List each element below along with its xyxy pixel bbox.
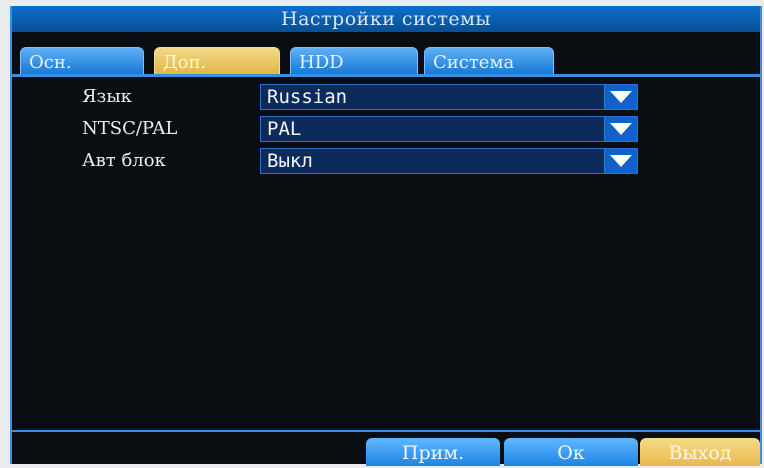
chevron-down-icon[interactable] (604, 85, 637, 109)
tab-system[interactable]: Система (424, 47, 554, 75)
apply-button[interactable]: Прим. (366, 438, 500, 466)
language-label: Язык (82, 86, 132, 107)
tab-bar: Осн. Доп. HDD Система (12, 34, 760, 75)
tab-hdd[interactable]: HDD (290, 47, 418, 75)
setting-row-auto-lock: Авт блок Выкл (12, 148, 760, 174)
setting-row-video-standard: NTSC/PAL PAL (12, 116, 760, 142)
tab-basic[interactable]: Осн. (20, 47, 144, 75)
auto-lock-select[interactable]: Выкл (260, 148, 638, 174)
language-value: Russian (267, 86, 348, 108)
video-standard-value: PAL (267, 118, 302, 140)
video-standard-select[interactable]: PAL (260, 116, 638, 142)
language-select[interactable]: Russian (260, 84, 638, 110)
ok-button[interactable]: Ок (504, 438, 638, 466)
video-standard-label: NTSC/PAL (82, 118, 178, 139)
window-title: Настройки системы (12, 6, 760, 32)
tab-divider (12, 74, 760, 77)
chevron-down-icon[interactable] (604, 149, 637, 173)
auto-lock-label: Авт блок (82, 150, 166, 171)
setting-row-language: Язык Russian (12, 84, 760, 110)
auto-lock-value: Выкл (267, 150, 313, 172)
chevron-down-icon[interactable] (604, 117, 637, 141)
settings-screen: Настройки системы Осн. Доп. HDD Система … (10, 6, 762, 466)
tab-advanced[interactable]: Доп. (154, 47, 280, 75)
footer-bar: Прим. Ок Выход (12, 430, 760, 466)
exit-button[interactable]: Выход (640, 438, 760, 466)
